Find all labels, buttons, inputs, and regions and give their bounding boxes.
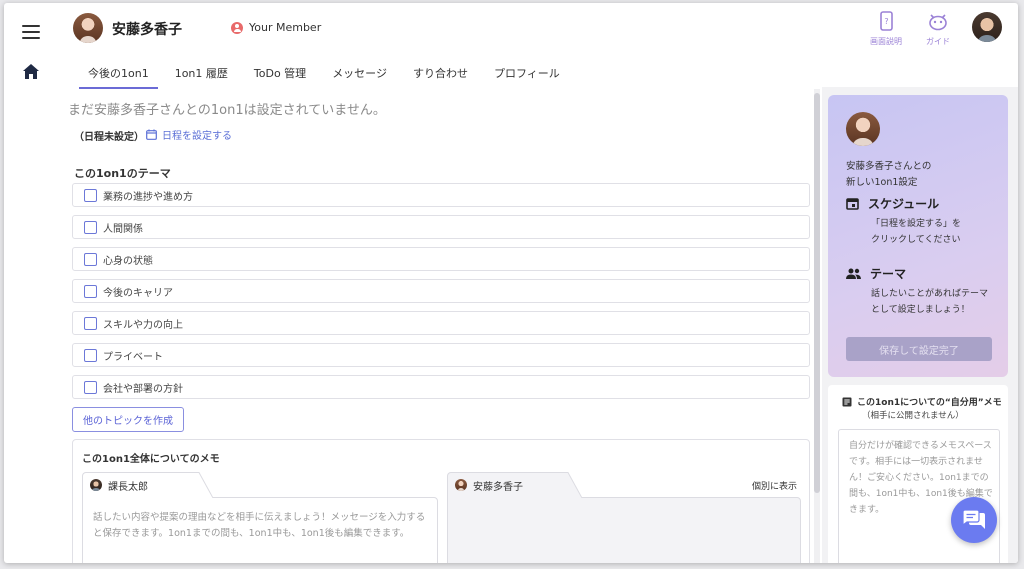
topic-label: 心身の状態 [103,255,153,267]
calendar-icon [146,129,157,140]
user-avatar[interactable] [972,12,1002,42]
home-icon[interactable] [23,64,39,79]
topic-label: 人間関係 [103,223,143,235]
guide-intro: 安藤多香子さんとの 新しい1on1設定 [846,159,996,191]
topic-checkbox[interactable] [84,316,97,330]
my-memo-tab[interactable]: 課長太郎 [82,472,148,498]
tab-bar: 今後の1on1 1on1 履歴 ToDo 管理 メッセージ すり合わせ プロフィ… [75,57,573,89]
member-mini-avatar [455,479,467,491]
guide-text-line: 「日程を設定する」を [871,219,962,229]
topic-item[interactable]: 今後のキャリア [72,279,810,303]
guide-schedule-text: 「日程を設定する」を クリックしてください [871,216,999,248]
topic-label: 今後のキャリア [103,287,173,299]
topic-checkbox[interactable] [84,252,97,266]
screen-help-button[interactable]: ? 画面説明 [864,11,908,47]
main-scrollbar[interactable] [814,89,820,563]
setup-guide-card: 安藤多香子さんとの 新しい1on1設定 スケジュール 「日程を設定する」を クリ… [828,95,1008,377]
theme-section-title: この1on1のテーマ [74,167,171,180]
private-memo-subtitle: （相手に公開されません） [862,411,964,421]
app-window: 安藤多香子 Your Member ? 画面説明 ガイド 今後の1on1 1on… [4,3,1018,563]
set-schedule-label: 日程を設定する [162,131,232,142]
note-icon [842,397,852,406]
boss-avatar [90,479,102,491]
member-memo-tab[interactable]: 安藤多香子 [447,472,523,498]
topic-label: スキルや力の向上 [103,319,183,331]
guide-text-line: 話したいことがあればテーマ [871,289,989,299]
person-icon [231,21,243,34]
member-name: 安藤多香子 [112,22,182,38]
guide-text-line: として設定しましょう！ [871,305,970,315]
people-icon [846,268,861,279]
tab-todo[interactable]: ToDo 管理 [241,57,319,89]
topic-checkbox[interactable] [84,220,97,234]
create-topic-button[interactable]: 他のトピックを作成 [72,407,184,432]
topic-checkbox[interactable] [84,188,97,202]
main-content: まだ安藤多香子さんとの1on1は設定されていません。 （日程未設定） 日程を設定… [68,89,810,563]
my-memo-tab-slope [193,472,213,498]
tab-profile[interactable]: プロフィール [481,57,573,89]
topic-label: 業務の進捗や進め方 [103,191,193,203]
menu-icon[interactable] [22,25,40,39]
tab-messages[interactable]: メッセージ [319,57,400,89]
topic-label: 会社や部署の方針 [103,383,183,395]
topic-checkbox[interactable] [84,284,97,298]
guide-button[interactable]: ガイド [916,11,960,47]
set-schedule-link[interactable]: 日程を設定する [146,127,232,142]
member-memo-tab-slope [562,472,582,498]
guide-theme-title: テーマ [870,267,907,281]
show-individually-link[interactable]: 個別に表示 [752,479,797,492]
unscheduled-label: （日程未設定） [74,132,144,143]
boss-name: 課長太郎 [108,481,148,493]
tab-1on1-history[interactable]: 1on1 履歴 [162,57,241,89]
topic-item[interactable]: プライベート [72,343,810,367]
guide-schedule-title: スケジュール [868,197,940,211]
topic-checkbox[interactable] [84,348,97,362]
save-and-complete-button[interactable]: 保存して設定完了 [846,337,992,361]
topic-item[interactable]: 心身の状態 [72,247,810,271]
guide-mascot-icon [929,14,947,31]
guide-label: ガイド [926,37,950,46]
topic-item[interactable]: スキルや力の向上 [72,311,810,335]
guide-member-avatar [846,112,880,146]
not-scheduled-notice: まだ安藤多香子さんとの1on1は設定されていません。 [68,103,386,118]
member-memo-view [447,497,801,563]
private-memo-title-row: この1on1についての“自分用”メモ [842,395,1002,408]
chat-icon [963,510,985,529]
your-member-badge: Your Member [231,21,321,34]
private-memo-title: この1on1についての“自分用”メモ [857,398,1002,408]
topic-label: プライベート [103,351,163,363]
member-memo-name: 安藤多香子 [473,481,523,493]
topic-item[interactable]: 会社や部署の方針 [72,375,810,399]
your-member-label: Your Member [249,21,322,34]
guide-text-line: クリックしてください [871,235,961,245]
screen-help-label: 画面説明 [870,37,902,46]
my-memo-placeholder: 話したい内容や提案の理由などを相手に伝えましょう！メッセージを入力すると保存でき… [93,512,426,539]
topic-checkbox[interactable] [84,380,97,394]
right-panel: 安藤多香子さんとの 新しい1on1設定 スケジュール 「日程を設定する」を クリ… [822,87,1018,563]
topic-item[interactable]: 業務の進捗や進め方 [72,183,810,207]
guide-theme-heading: テーマ [846,265,906,282]
member-avatar [73,13,103,43]
calendar-icon [846,198,859,210]
svg-text:?: ? [884,17,888,26]
main-scrollbar-thumb[interactable] [814,93,820,493]
phone-help-icon: ? [880,11,893,31]
left-rail [4,3,56,563]
my-memo-editor[interactable]: 話したい内容や提案の理由などを相手に伝えましょう！メッセージを入力すると保存でき… [82,497,438,563]
guide-intro-line: 安藤多香子さんとの [846,161,932,172]
overall-memo-title: この1on1全体についてのメモ [82,454,220,465]
topic-item[interactable]: 人間関係 [72,215,810,239]
chat-button[interactable] [951,497,997,543]
overall-memo-card: この1on1全体についてのメモ 話したい内容や提案の理由などを相手に伝えましょう… [72,439,810,563]
tab-alignment[interactable]: すり合わせ [400,57,481,89]
guide-schedule-heading: スケジュール [846,195,939,212]
guide-intro-line: 新しい1on1設定 [846,177,918,188]
tab-upcoming-1on1[interactable]: 今後の1on1 [75,57,162,89]
guide-theme-text: 話したいことがあればテーマ として設定しましょう！ [871,286,999,318]
